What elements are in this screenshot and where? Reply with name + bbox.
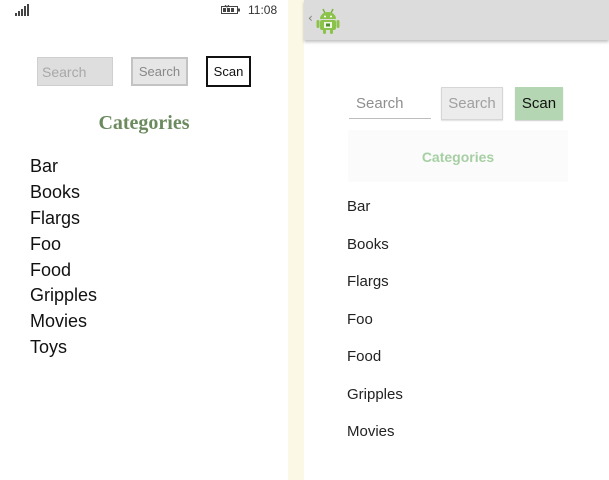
panel-divider [288,0,304,480]
scan-button[interactable]: Scan [206,56,251,87]
list-item[interactable]: Toys [30,334,97,360]
list-item[interactable]: Movies [30,308,97,334]
list-item[interactable]: Bar [30,153,97,179]
list-item[interactable]: Flargs [30,205,97,231]
list-item[interactable]: Foo [347,301,403,339]
page-title: Categories [98,112,190,134]
category-list: Bar Books Flargs Foo Food Gripples Movie… [30,153,97,360]
list-item[interactable]: Gripples [347,376,403,414]
list-item[interactable]: Bar [347,188,403,226]
list-item[interactable]: Flargs [347,263,403,301]
scan-button[interactable]: Scan [515,87,563,120]
chevron-left-icon[interactable]: ‹ [308,11,313,25]
list-item[interactable]: Books [30,179,97,205]
battery-icon [221,5,240,14]
list-item[interactable]: Food [30,257,97,283]
windows-phone-screen: 11:08 Search Search Scan Categories Bar … [0,0,290,480]
status-time: 11:08 [248,3,278,17]
page-title: Categories [348,130,568,182]
search-button[interactable]: Search [131,57,188,86]
android-screen: ‹ Search Search Scan Categories Bar Book… [304,0,609,480]
list-item[interactable]: Books [347,226,403,264]
status-bar: 11:08 [0,0,290,22]
signal-bars-icon [15,4,33,16]
list-item[interactable]: Food [347,338,403,376]
action-bar: ‹ [304,0,609,40]
list-item[interactable]: Foo [30,231,97,257]
category-list: Bar Books Flargs Foo Food Gripples Movie… [347,188,403,451]
search-input[interactable]: Search [37,57,113,86]
list-item[interactable]: Gripples [30,282,97,308]
search-input[interactable]: Search [349,88,431,119]
android-robot-icon[interactable] [316,8,340,34]
list-item[interactable]: Movies [347,413,403,451]
search-button[interactable]: Search [441,87,503,120]
